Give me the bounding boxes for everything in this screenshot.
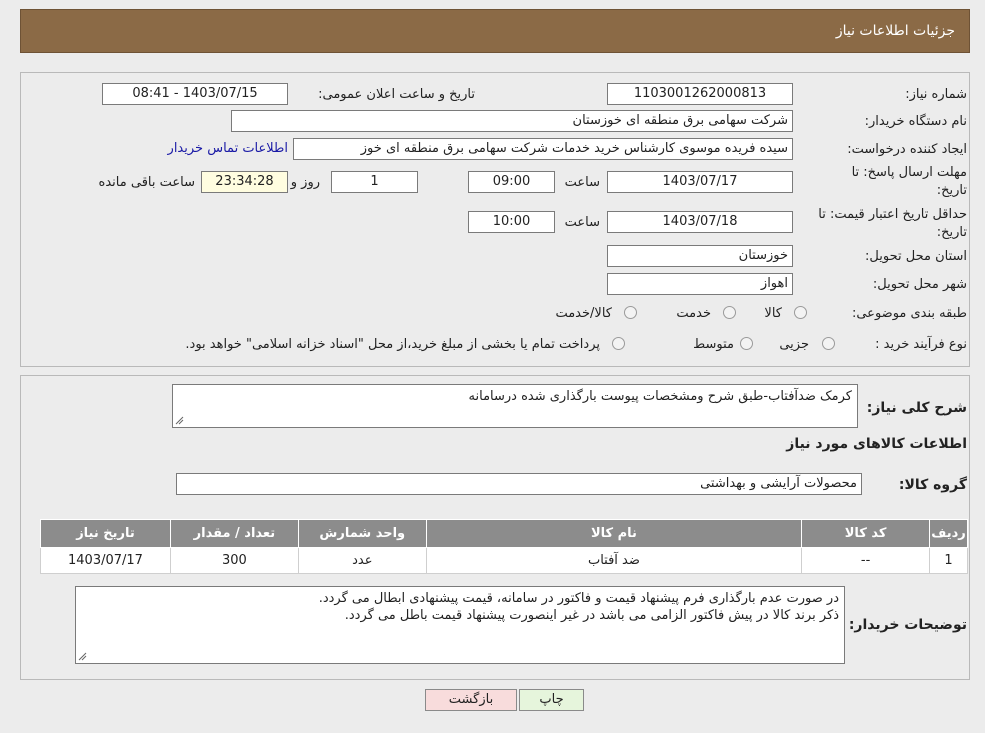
buyer-notes-textarea: در صورت عدم بارگذاری فرم پیشنهاد قیمت و … bbox=[75, 586, 845, 664]
category-goods-service-radio[interactable] bbox=[624, 306, 637, 319]
process-treasury-checkbox[interactable] bbox=[612, 337, 625, 350]
col-quantity: تعداد / مقدار bbox=[169, 519, 299, 548]
goods-group-label: گروه کالا: bbox=[898, 477, 967, 493]
process-treasury-note: پرداخت تمام یا بخشی از مبلغ خرید،از محل … bbox=[185, 337, 600, 352]
cell-code: -- bbox=[801, 547, 931, 574]
col-date: تاریخ نیاز bbox=[40, 519, 171, 548]
remaining-time-field: 23:34:28 bbox=[201, 171, 288, 193]
print-button[interactable]: چاپ bbox=[519, 689, 584, 711]
col-row: ردیف bbox=[929, 519, 968, 548]
validity-label: حداقل تاریخ اعتبار قیمت: تا bbox=[818, 207, 967, 222]
province-label: استان محل تحویل: bbox=[865, 249, 967, 264]
table-row[interactable]: 1 -- ضد آفتاب عدد 300 1403/07/17 bbox=[40, 547, 968, 574]
summary-text: کرمک ضدآفتاب-طبق شرح ومشخصات پیوست بارگذ… bbox=[468, 389, 852, 404]
deadline-date-field: 1403/07/17 bbox=[607, 171, 793, 193]
deadline-date-label: تاریخ: bbox=[936, 183, 967, 198]
cell-name: ضد آفتاب bbox=[425, 547, 803, 574]
back-button[interactable]: بازگشت bbox=[425, 689, 517, 711]
days-remaining-field: 1 bbox=[331, 171, 418, 193]
days-label: روز و bbox=[290, 175, 320, 190]
resize-grip-icon[interactable] bbox=[175, 416, 184, 425]
process-medium-radio[interactable] bbox=[740, 337, 753, 350]
col-unit: واحد شمارش bbox=[297, 519, 427, 548]
province-field: خوزستان bbox=[607, 245, 793, 267]
validity-time-field: 10:00 bbox=[468, 211, 555, 233]
announce-datetime-field: 1403/07/15 - 08:41 bbox=[102, 83, 288, 105]
col-code: کد کالا bbox=[801, 519, 931, 548]
buyer-notes-label: توضیحات خریدار: bbox=[848, 617, 967, 633]
need-number-field: 1103001262000813 bbox=[607, 83, 793, 105]
summary-textarea: کرمک ضدآفتاب-طبق شرح ومشخصات پیوست بارگذ… bbox=[172, 384, 858, 428]
col-name: نام کالا bbox=[425, 519, 803, 548]
cell-row: 1 bbox=[929, 547, 968, 574]
resize-grip-icon[interactable] bbox=[78, 652, 87, 661]
deadline-label: مهلت ارسال پاسخ: تا bbox=[851, 165, 967, 180]
validity-date-field: 1403/07/18 bbox=[607, 211, 793, 233]
announce-label: تاریخ و ساعت اعلان عمومی: bbox=[318, 87, 475, 102]
city-label: شهر محل تحویل: bbox=[872, 277, 967, 292]
page-header: جزئیات اطلاعات نیاز bbox=[20, 9, 970, 53]
buyer-org-label: نام دستگاه خریدار: bbox=[864, 114, 967, 129]
summary-label: شرح کلی نیاز: bbox=[866, 400, 967, 416]
remaining-label: ساعت باقی مانده bbox=[98, 175, 195, 190]
items-section-title: اطلاعات کالاهای مورد نیاز bbox=[786, 436, 967, 452]
items-table: ردیف کد کالا نام کالا واحد شمارش تعداد /… bbox=[40, 519, 968, 574]
category-goods-radio[interactable] bbox=[794, 306, 807, 319]
category-goods-label: کالا bbox=[764, 306, 782, 321]
process-medium-label: متوسط bbox=[693, 337, 734, 352]
deadline-time-field: 09:00 bbox=[468, 171, 555, 193]
creator-field: سیده فریده موسوی کارشناس خرید خدمات شرکت… bbox=[293, 138, 793, 160]
process-minor-label: جزیی bbox=[779, 337, 809, 352]
goods-group-field: محصولات آرایشی و بهداشتی bbox=[176, 473, 862, 495]
buyer-org-field: شرکت سهامی برق منطقه ای خوزستان bbox=[231, 110, 793, 132]
cell-date: 1403/07/17 bbox=[40, 547, 171, 574]
category-label: طبقه بندی موضوعی: bbox=[851, 306, 967, 321]
category-service-radio[interactable] bbox=[723, 306, 736, 319]
buyer-contact-link[interactable]: اطلاعات تماس خریدار bbox=[168, 141, 288, 156]
cell-quantity: 300 bbox=[169, 547, 299, 574]
process-label: نوع فرآیند خرید : bbox=[875, 337, 967, 352]
category-goods-service-label: کالا/خدمت bbox=[555, 306, 612, 321]
buyer-note-line-1: در صورت عدم بارگذاری فرم پیشنهاد قیمت و … bbox=[318, 591, 839, 606]
process-minor-radio[interactable] bbox=[822, 337, 835, 350]
need-number-label: شماره نیاز: bbox=[905, 87, 967, 102]
deadline-time-label: ساعت bbox=[564, 175, 600, 190]
city-field: اهواز bbox=[607, 273, 793, 295]
validity-time-label: ساعت bbox=[564, 215, 600, 230]
table-header-row: ردیف کد کالا نام کالا واحد شمارش تعداد /… bbox=[40, 519, 968, 548]
buyer-note-line-2: ذکر برند کالا در پیش فاکتور الزامی می با… bbox=[344, 608, 839, 623]
validity-date-label: تاریخ: bbox=[936, 225, 967, 240]
cell-unit: عدد bbox=[297, 547, 427, 574]
page-title: جزئیات اطلاعات نیاز bbox=[835, 23, 955, 39]
category-service-label: خدمت bbox=[676, 306, 711, 321]
creator-label: ایجاد کننده درخواست: bbox=[847, 142, 967, 157]
